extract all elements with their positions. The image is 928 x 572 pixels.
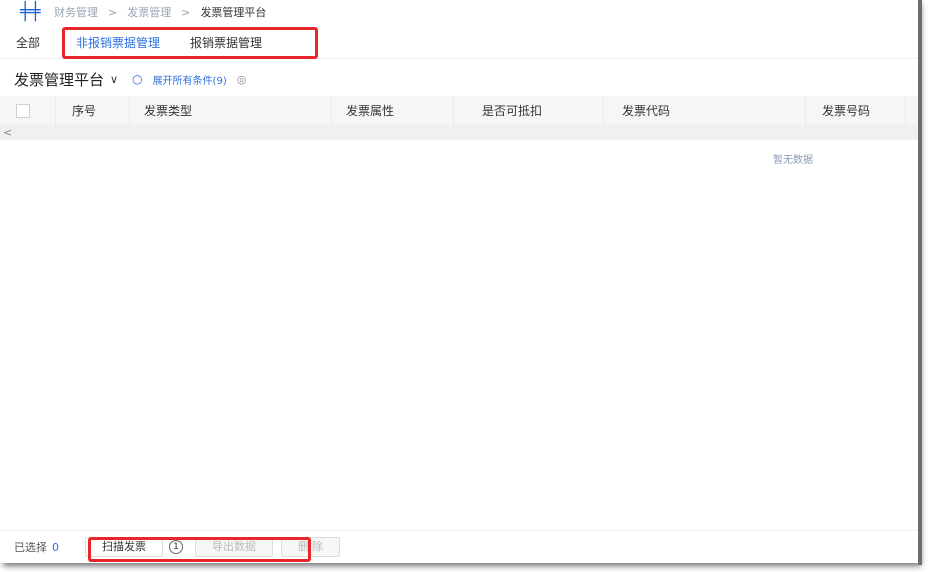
column-header[interactable]: 发票类型: [130, 96, 332, 126]
table-header: 序号 发票类型 发票属性 是否可抵扣 发票代码 发票号码: [0, 96, 918, 126]
expand-conditions-link[interactable]: 展开所有条件(9): [153, 72, 227, 87]
tab-non-reimbursement[interactable]: 非报销票据管理: [66, 28, 171, 59]
scan-invoice-button[interactable]: 扫描发票: [85, 537, 163, 557]
horizontal-scrollbar[interactable]: <: [0, 126, 918, 140]
info-icon[interactable]: 1: [169, 540, 183, 554]
app-window: ╪╪ 财务管理 > 发票管理 > 发票管理平台 全部 非报销票据管理 报销票据管…: [0, 0, 918, 563]
selected-count: 0: [52, 540, 59, 554]
page-title[interactable]: 发票管理平台: [14, 69, 104, 90]
column-header[interactable]: 是否可抵扣: [454, 96, 604, 126]
select-all-checkbox[interactable]: [16, 104, 30, 118]
chevron-down-icon[interactable]: ∨: [110, 73, 118, 86]
selected-label: 已选择: [14, 541, 47, 554]
search-icon[interactable]: ○: [132, 72, 142, 86]
title-row: 发票管理平台 ∨ ○ 展开所有条件(9) ◎: [14, 68, 246, 90]
app-logo-icon[interactable]: ╪╪: [20, 3, 44, 21]
breadcrumb-separator: >: [108, 5, 118, 19]
scroll-left-icon[interactable]: <: [3, 126, 12, 139]
delete-button[interactable]: 删 除: [281, 537, 341, 557]
footer-bar: 已选择 0 扫描发票 1 导出数据 删 除: [0, 530, 918, 563]
empty-state-text: 暂无数据: [773, 155, 813, 166]
tab-all[interactable]: 全部: [6, 28, 50, 59]
breadcrumb: ╪╪ 财务管理 > 发票管理 > 发票管理平台: [0, 0, 266, 24]
column-header[interactable]: 序号: [56, 96, 130, 126]
select-all-cell: [0, 96, 56, 126]
tab-reimbursement[interactable]: 报销票据管理: [180, 28, 272, 59]
breadcrumb-item[interactable]: 财务管理: [54, 4, 98, 20]
tab-bar: 全部 非报销票据管理 报销票据管理: [0, 28, 918, 59]
column-header[interactable]: 发票号码: [806, 96, 906, 126]
breadcrumb-separator: >: [181, 5, 191, 19]
breadcrumb-current: 发票管理平台: [200, 6, 267, 19]
export-data-button[interactable]: 导出数据: [195, 537, 273, 557]
breadcrumb-item[interactable]: 发票管理: [127, 4, 171, 20]
column-header[interactable]: 发票代码: [604, 96, 806, 126]
column-header[interactable]: 发票属性: [332, 96, 454, 126]
settings-icon[interactable]: ◎: [237, 73, 247, 86]
window-edge: [918, 0, 922, 565]
